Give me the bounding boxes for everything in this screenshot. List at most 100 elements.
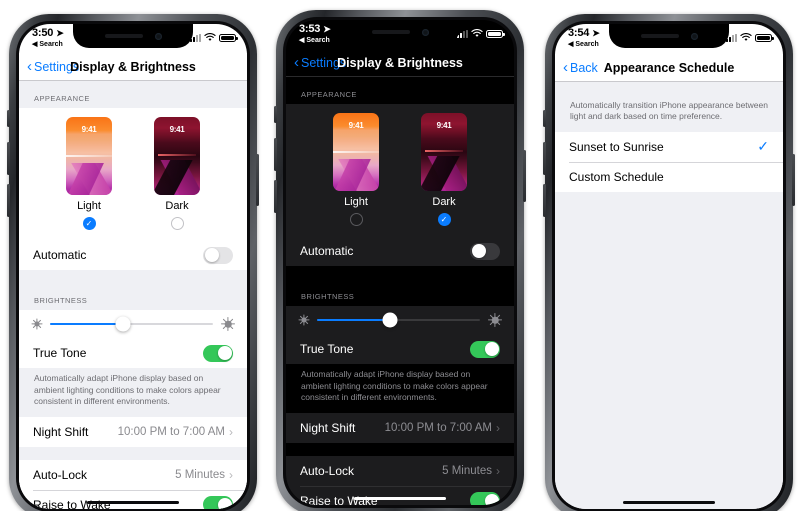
raise-to-wake-toggle[interactable] <box>203 496 233 509</box>
sunset-to-sunrise-label: Sunset to Sunrise <box>569 139 664 154</box>
appearance-label-light: Light <box>344 196 368 209</box>
back-to-app-link[interactable]: ◀ Search <box>568 41 600 48</box>
back-button[interactable]: ‹ Back <box>563 60 598 75</box>
true-tone-label: True Tone <box>300 342 354 357</box>
auto-lock-label: Auto-Lock <box>33 467 88 482</box>
volume-up-button[interactable] <box>7 142 10 175</box>
true-tone-toggle[interactable] <box>203 344 233 362</box>
settings-list-1[interactable]: APPEARANCE 9:41 Light ✓ 9:41 Dark Automa… <box>19 81 247 509</box>
radio-dark-unselected[interactable] <box>170 217 184 231</box>
row-brightness-slider[interactable] <box>286 306 514 334</box>
volume-up-button[interactable] <box>274 138 277 171</box>
automatic-label: Automatic <box>300 244 354 259</box>
front-camera-icon <box>154 32 162 40</box>
row-true-tone[interactable]: True Tone <box>19 338 247 368</box>
night-shift-label: Night Shift <box>33 424 89 439</box>
back-button-settings[interactable]: ‹ Settings <box>27 59 79 74</box>
notch <box>73 24 193 48</box>
brightness-high-icon <box>488 313 502 328</box>
radio-light-selected[interactable]: ✓ <box>82 217 96 231</box>
mute-switch[interactable] <box>543 110 546 127</box>
row-sunset-to-sunrise[interactable]: Sunset to Sunrise ✓ <box>555 132 783 162</box>
row-night-shift[interactable]: Night Shift 10:00 PM to 7:00 AM › <box>286 413 514 443</box>
battery-icon <box>755 33 774 42</box>
back-button-settings[interactable]: ‹ Settings <box>294 55 346 70</box>
appearance-card: 9:41 Light 9:41 Dark ✓ <box>286 104 514 237</box>
device-bezel: 3:54 ➤ ◀ Search ‹ Back Appearance Schedu… <box>552 21 786 511</box>
brightness-card: True Tone <box>286 306 514 365</box>
status-bar-left: 3:54 ➤ ◀ Search <box>568 27 600 49</box>
front-camera-icon <box>421 28 429 36</box>
screenshot-canvas: 3:50 ➤ ◀ Search ‹ Settings Display & Bri… <box>0 0 800 511</box>
home-indicator[interactable] <box>623 500 715 504</box>
radio-dark-selected[interactable]: ✓ <box>437 213 451 227</box>
wallpaper-preview-light: 9:41 <box>66 117 112 196</box>
battery-icon <box>219 33 238 42</box>
mute-switch[interactable] <box>7 110 10 127</box>
row-brightness-slider[interactable] <box>19 310 247 338</box>
brightness-low-icon <box>298 314 309 326</box>
volume-up-button[interactable] <box>543 142 546 175</box>
chevron-right-icon: › <box>229 467 233 482</box>
appearance-label-dark: Dark <box>165 200 189 213</box>
schedule-options-card: Sunset to Sunrise ✓ Custom Schedule <box>555 131 783 192</box>
row-raise-to-wake[interactable]: Raise to Wake <box>19 489 247 509</box>
power-button[interactable] <box>523 150 526 202</box>
volume-down-button[interactable] <box>543 184 546 217</box>
raise-to-wake-toggle[interactable] <box>470 492 500 505</box>
status-time: 3:50 ➤ <box>32 27 64 39</box>
row-raise-to-wake[interactable]: Raise to Wake <box>286 485 514 505</box>
section-header-brightness: BRIGHTNESS <box>34 296 88 306</box>
back-to-app-link[interactable]: ◀ Search <box>299 37 331 44</box>
appearance-label-light: Light <box>77 200 101 213</box>
night-shift-value-wrap: 10:00 PM to 7:00 AM › <box>118 425 233 439</box>
back-to-app-link[interactable]: ◀ Search <box>32 41 64 48</box>
automatic-toggle[interactable] <box>203 246 233 264</box>
brightness-slider[interactable] <box>50 316 213 332</box>
wifi-icon <box>204 33 216 41</box>
appearance-previews: 9:41 Light ✓ 9:41 Dark <box>19 117 247 231</box>
brightness-slider[interactable] <box>317 312 480 328</box>
row-automatic[interactable]: Automatic <box>19 240 247 270</box>
wallpaper-clock: 9:41 <box>81 125 97 135</box>
appearance-option-dark[interactable]: 9:41 Dark <box>154 117 200 231</box>
appearance-option-dark[interactable]: 9:41 Dark ✓ <box>421 113 467 227</box>
volume-down-button[interactable] <box>7 184 10 217</box>
status-time: 3:54 ➤ <box>568 27 600 39</box>
section-header-appearance: APPEARANCE <box>34 94 90 104</box>
auto-lock-value: 5 Minutes <box>175 468 225 481</box>
row-custom-schedule[interactable]: Custom Schedule <box>555 161 783 192</box>
schedule-list[interactable]: Automatically transition iPhone appearan… <box>555 82 783 509</box>
night-shift-card: Night Shift 10:00 PM to 7:00 AM › <box>19 416 247 447</box>
row-auto-lock[interactable]: Auto-Lock 5 Minutes › <box>286 456 514 486</box>
home-indicator[interactable] <box>87 500 179 504</box>
iphone-device-3: 3:54 ➤ ◀ Search ‹ Back Appearance Schedu… <box>543 14 795 511</box>
location-arrow-icon: ➤ <box>56 28 64 38</box>
row-night-shift[interactable]: Night Shift 10:00 PM to 7:00 AM › <box>19 417 247 447</box>
power-button[interactable] <box>792 154 795 206</box>
row-auto-lock[interactable]: Auto-Lock 5 Minutes › <box>19 460 247 490</box>
automatic-toggle[interactable] <box>470 242 500 260</box>
night-shift-value: 10:00 PM to 7:00 AM <box>117 425 225 438</box>
appearance-option-light[interactable]: 9:41 Light <box>333 113 379 227</box>
appearance-card: 9:41 Light ✓ 9:41 Dark <box>19 108 247 241</box>
mute-switch[interactable] <box>274 106 277 123</box>
wallpaper-clock: 9:41 <box>169 125 185 135</box>
brightness-high-icon <box>221 317 235 332</box>
home-indicator[interactable] <box>354 496 446 500</box>
top-spacer <box>555 82 783 100</box>
appearance-option-light[interactable]: 9:41 Light ✓ <box>66 117 112 231</box>
automatic-card: Automatic <box>19 240 247 271</box>
radio-light-unselected[interactable] <box>349 213 363 227</box>
volume-down-button[interactable] <box>274 180 277 213</box>
custom-schedule-label: Custom Schedule <box>569 169 664 184</box>
appearance-label-dark: Dark <box>432 196 456 209</box>
row-automatic[interactable]: Automatic <box>286 236 514 266</box>
earpiece-speaker-icon <box>371 30 410 34</box>
power-button[interactable] <box>256 154 259 206</box>
auto-lock-value-wrap: 5 Minutes › <box>442 464 500 478</box>
row-true-tone[interactable]: True Tone <box>286 334 514 364</box>
status-bar-left: 3:53 ➤ ◀ Search <box>299 24 331 45</box>
true-tone-toggle[interactable] <box>470 340 500 358</box>
settings-list-2[interactable]: APPEARANCE 9:41 Light 9:41 Dark ✓ Automa… <box>286 77 514 505</box>
